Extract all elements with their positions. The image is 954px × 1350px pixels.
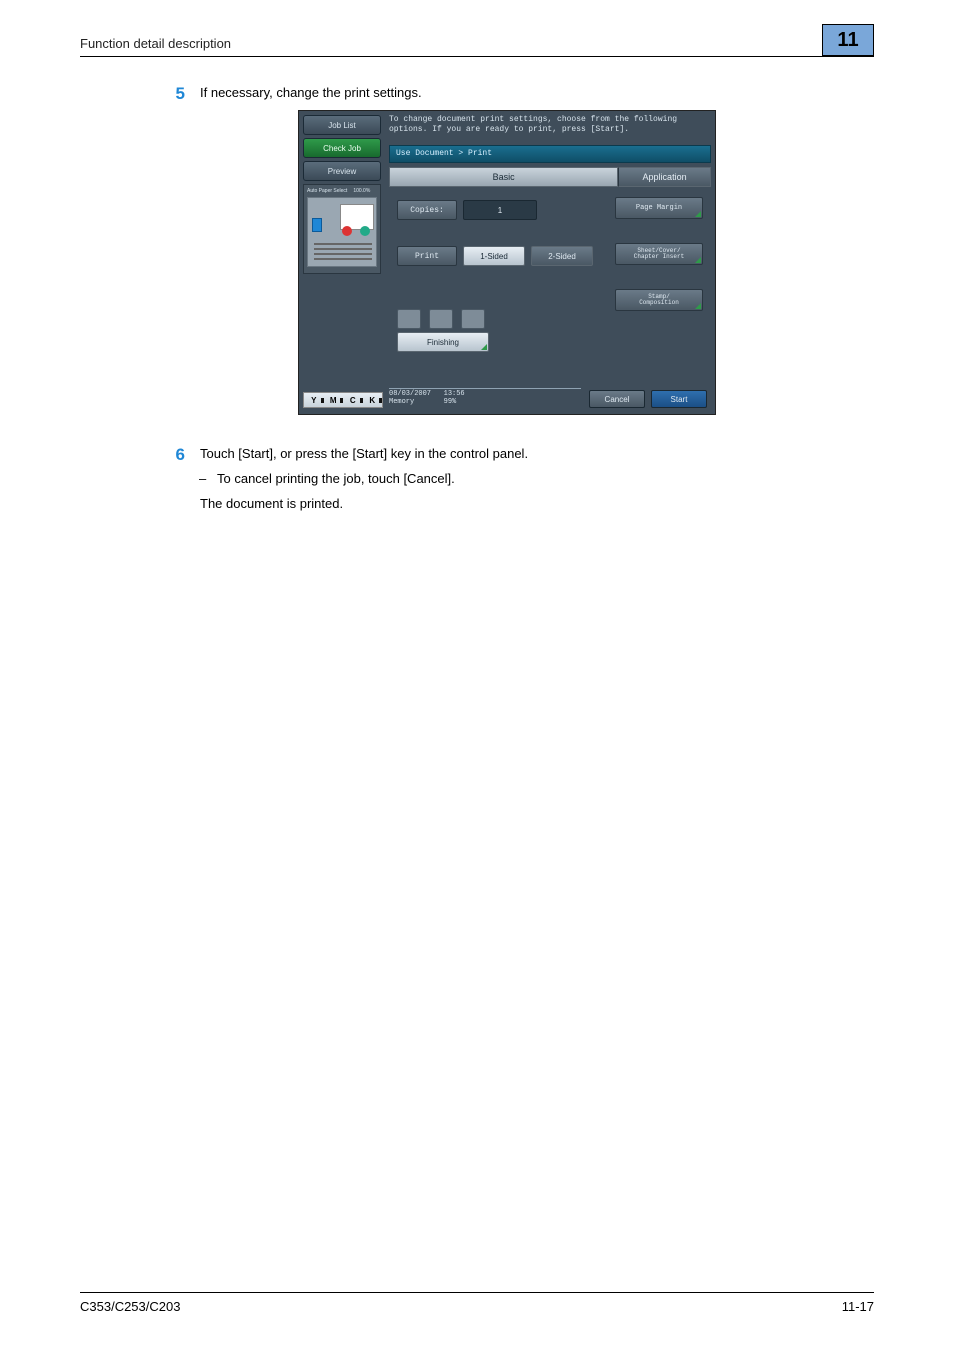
green-dot-icon xyxy=(360,226,370,236)
preview-thumbnail xyxy=(307,197,377,267)
step-sub-dash: To cancel printing the job, touch [Cance… xyxy=(217,469,874,489)
copies-label: Copies: xyxy=(397,200,457,220)
toner-k: K xyxy=(363,396,383,405)
expand-corner-icon xyxy=(695,257,701,263)
step-text: If necessary, change the print settings. xyxy=(200,84,874,102)
one-sided-button[interactable]: 1-Sided xyxy=(463,246,525,266)
message-line-1: To change document print settings, choos… xyxy=(389,115,711,125)
side-column: Job List Check Job Preview Auto Paper Se… xyxy=(303,115,383,274)
toner-c: C xyxy=(343,396,363,405)
stamp-label: Stamp/ Composition xyxy=(639,294,679,306)
page-margin-button[interactable]: Page Margin xyxy=(615,197,703,219)
step-text: Touch [Start], or press the [Start] key … xyxy=(200,445,874,463)
instruction-message: To change document print settings, choos… xyxy=(389,115,711,134)
memory-value: 99% xyxy=(444,398,457,406)
step-number: 5 xyxy=(155,84,185,104)
expand-corner-icon xyxy=(695,303,701,309)
sheet-cover-label: Sheet/Cover/ Chapter Insert xyxy=(634,248,684,260)
expand-corner-icon xyxy=(481,344,487,350)
copies-value[interactable]: 1 xyxy=(463,200,537,220)
toner-y: Y xyxy=(304,396,324,405)
breadcrumb: Use Document > Print xyxy=(389,145,711,163)
check-job-button[interactable]: Check Job xyxy=(303,138,381,158)
two-sided-button[interactable]: 2-Sided xyxy=(531,246,593,266)
preview-button[interactable]: Preview xyxy=(303,161,381,181)
fold-icon xyxy=(461,309,485,329)
status-datetime: 08/03/2007 13:56 Memory 99% xyxy=(389,391,465,406)
tab-basic[interactable]: Basic xyxy=(389,167,618,187)
copies-row: Copies: 1 xyxy=(397,197,537,223)
finishing-label: Finishing xyxy=(427,338,459,347)
expand-corner-icon xyxy=(695,211,701,217)
print-label: Print xyxy=(397,246,457,266)
toner-m: M xyxy=(324,396,344,405)
section-title: Function detail description xyxy=(80,36,874,51)
zoom-label: 100.0% xyxy=(353,188,370,194)
footer-page-number: 11-17 xyxy=(842,1299,874,1314)
start-button[interactable]: Start xyxy=(651,390,707,408)
print-row: Print 1-Sided 2-Sided xyxy=(397,243,593,269)
job-list-button[interactable]: Job List xyxy=(303,115,381,135)
device-screenshot: Job List Check Job Preview Auto Paper Se… xyxy=(298,110,716,415)
status-divider xyxy=(389,388,581,389)
preview-meta: Auto Paper Select 100.0% xyxy=(307,188,377,194)
toner-levels: Y M C K xyxy=(303,392,383,408)
message-line-2: options. If you are ready to print, pres… xyxy=(389,125,711,135)
page-margin-label: Page Margin xyxy=(636,204,682,212)
finishing-group: Finishing xyxy=(397,309,489,352)
header-rule xyxy=(80,56,874,57)
text-lines-icon xyxy=(314,240,372,263)
finishing-icons xyxy=(397,309,489,329)
cancel-button[interactable]: Cancel xyxy=(589,390,645,408)
staple-icon xyxy=(397,309,421,329)
auto-paper-label: Auto Paper Select xyxy=(307,188,347,194)
page: Function detail description 11 5 If nece… xyxy=(0,0,954,1350)
finishing-button[interactable]: Finishing xyxy=(397,332,489,352)
preview-pane: Auto Paper Select 100.0% xyxy=(303,184,381,274)
red-dot-icon xyxy=(342,226,352,236)
memory-label: Memory xyxy=(389,398,414,406)
page-footer: C353/C253/C203 11-17 xyxy=(80,1292,874,1314)
step-result: The document is printed. xyxy=(200,494,874,514)
status-bar: Y M C K 08/03/2007 13:56 Memory 99% Canc… xyxy=(303,390,711,410)
sheet-cover-button[interactable]: Sheet/Cover/ Chapter Insert xyxy=(615,243,703,265)
footer-model: C353/C253/C203 xyxy=(80,1299,180,1314)
main-content: Copies: 1 Page Margin Print 1-Sided 2-Si… xyxy=(389,189,711,388)
page-header: Function detail description xyxy=(80,36,874,51)
document-icon xyxy=(312,218,322,232)
step-6: 6 Touch [Start], or press the [Start] ke… xyxy=(155,445,874,514)
step-5: 5 If necessary, change the print setting… xyxy=(155,84,874,102)
stamp-composition-button[interactable]: Stamp/ Composition xyxy=(615,289,703,311)
tab-bar: Basic Application xyxy=(389,167,711,187)
step-number: 6 xyxy=(155,445,185,465)
tab-application[interactable]: Application xyxy=(618,167,711,187)
chapter-number-badge: 11 xyxy=(822,24,874,56)
punch-icon xyxy=(429,309,453,329)
